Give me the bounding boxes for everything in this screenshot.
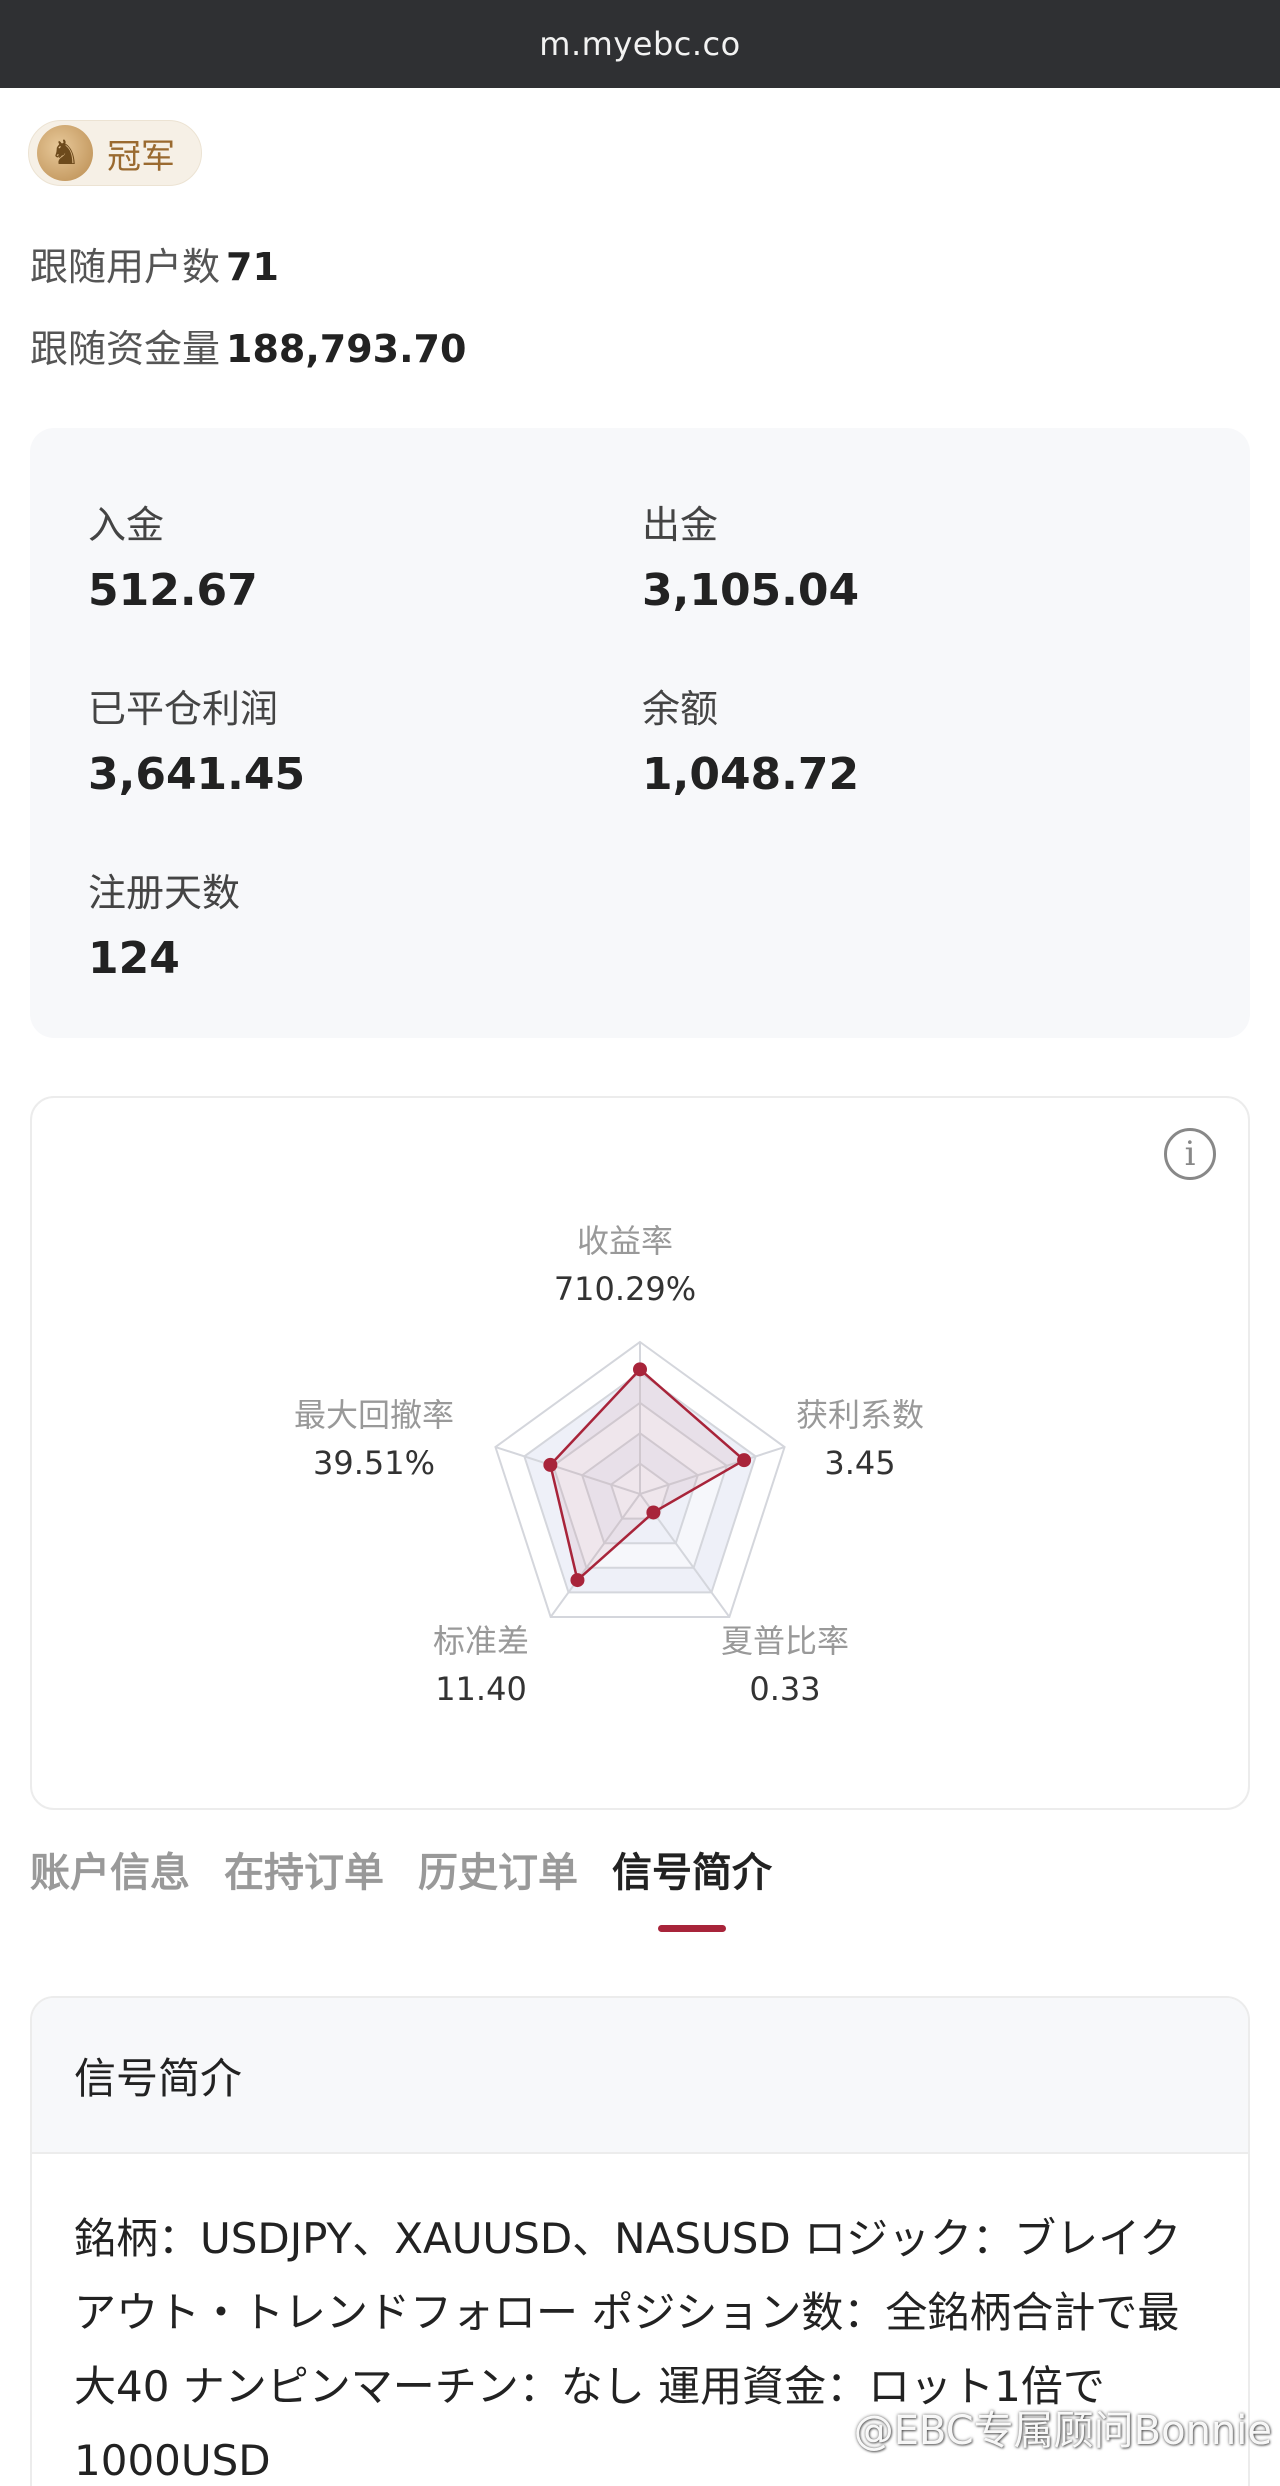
- stat-value: 512.67: [88, 565, 258, 616]
- followers-label: 跟随用户数: [30, 245, 221, 289]
- followers-value: 71: [226, 245, 279, 289]
- radar-label-max-drawdown: 最大回撤率 39.51%: [244, 1390, 504, 1482]
- axis-name: 标准差: [432, 1622, 529, 1660]
- axis-value: 39.51%: [312, 1444, 435, 1482]
- radar-data-point: [570, 1573, 585, 1588]
- radar-chart-card: i 收益率 710.29% 获利系数 3.45 夏普比率 0.33 标准差 11…: [30, 1096, 1250, 1810]
- watermark-text: @EBC专属顾问Bonnie: [853, 2408, 1272, 2454]
- signal-intro-title: 信号简介: [32, 1998, 1248, 2154]
- axis-name: 最大回撤率: [293, 1396, 454, 1434]
- watermark: @EBC专属顾问Bonnie: [854, 2398, 1272, 2456]
- stat-reg-days: 注册天数 124: [88, 862, 240, 984]
- axis-name: 收益率: [576, 1222, 673, 1260]
- radar-label-return-rate: 收益率 710.29%: [495, 1216, 755, 1308]
- tab-history-orders[interactable]: 历史订单: [418, 1840, 578, 1918]
- funds-label: 跟随资金量: [30, 327, 221, 371]
- tab-account-info[interactable]: 账户信息: [30, 1840, 190, 1918]
- stat-balance: 余额 1,048.72: [642, 678, 859, 800]
- radar-data-point: [633, 1362, 647, 1377]
- radar-label-profit-factor: 获利系数 3.45: [730, 1390, 990, 1482]
- tab-signal-intro[interactable]: 信号简介: [612, 1840, 772, 1918]
- horse-icon: ♞: [37, 125, 93, 181]
- axis-value: 0.33: [749, 1670, 821, 1708]
- account-stats-card: 入金 512.67 出金 3,105.04 已平仓利润 3,641.45 余额 …: [30, 428, 1250, 1038]
- radar-label-sharpe: 夏普比率 0.33: [655, 1616, 915, 1708]
- stat-label: 入金: [88, 503, 165, 547]
- stat-label: 余额: [642, 687, 719, 731]
- stat-label: 已平仓利润: [88, 687, 279, 731]
- funds-line: 跟随资金量 188,793.70: [30, 318, 466, 373]
- badge-label: 冠军: [107, 136, 175, 177]
- axis-value: 3.45: [824, 1444, 896, 1482]
- tab-open-orders[interactable]: 在持订单: [224, 1840, 384, 1918]
- stat-value: 124: [88, 933, 180, 984]
- radar-data-point: [646, 1505, 661, 1520]
- stat-deposit: 入金 512.67: [88, 494, 258, 616]
- stat-closed-profit: 已平仓利润 3,641.45: [88, 678, 305, 800]
- radar-data-point: [543, 1457, 558, 1472]
- url-text: m.myebc.co: [539, 25, 741, 63]
- stat-value: 3,641.45: [88, 749, 306, 800]
- champion-badge: ♞ 冠军: [28, 120, 202, 186]
- axis-name: 获利系数: [795, 1396, 924, 1434]
- stat-label: 注册天数: [88, 871, 241, 915]
- stat-withdraw: 出金 3,105.04: [642, 494, 859, 616]
- stat-value: 3,105.04: [642, 565, 860, 616]
- tab-bar: 账户信息 在持订单 历史订单 信号简介: [30, 1840, 772, 1918]
- axis-value: 710.29%: [553, 1270, 697, 1308]
- stat-value: 1,048.72: [642, 749, 860, 800]
- followers-line: 跟随用户数 71: [30, 236, 279, 291]
- stat-label: 出金: [642, 503, 719, 547]
- radar-chart: [494, 1340, 786, 1618]
- axis-name: 夏普比率: [720, 1622, 849, 1660]
- axis-value: 11.40: [435, 1670, 527, 1708]
- browser-url-bar[interactable]: m.myebc.co: [0, 0, 1280, 88]
- funds-value: 188,793.70: [226, 327, 467, 371]
- radar-label-std-dev: 标准差 11.40: [351, 1616, 611, 1708]
